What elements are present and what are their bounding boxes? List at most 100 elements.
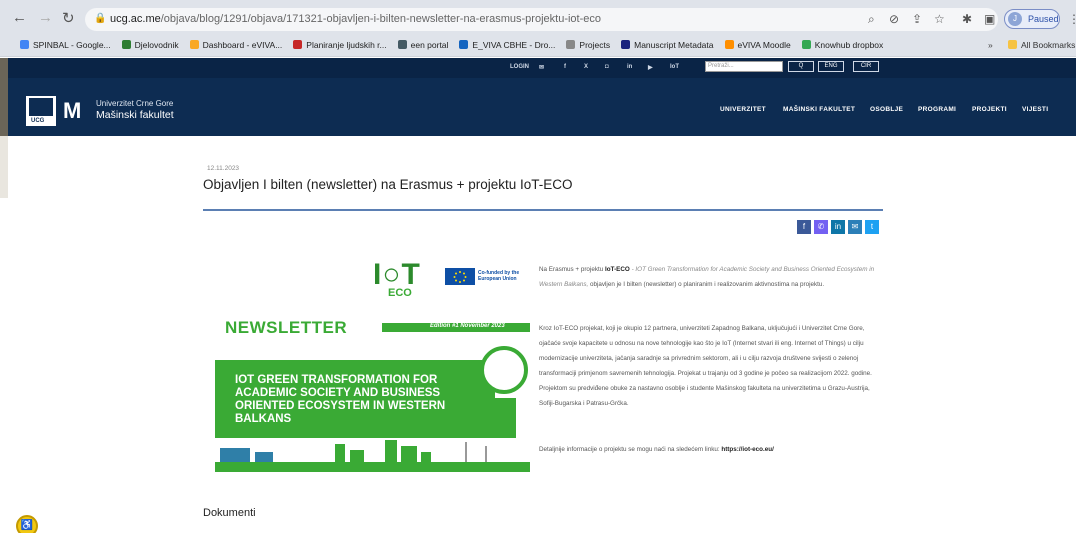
bookmark-label: eVIVA Moodle — [737, 40, 791, 50]
bookmark-label: Dashboard - eVIVA... — [202, 40, 283, 50]
nav-vijesti[interactable]: VIJESTI — [1022, 106, 1048, 113]
iot-eco-logo-sub: ECO — [388, 287, 412, 299]
background-photo-fragment — [0, 136, 8, 198]
bookmark-item[interactable]: eVIVA Moodle — [724, 40, 791, 50]
link-intro: Detaljnije informacije o projektu se mog… — [539, 446, 722, 453]
lang-en-button[interactable]: ENG — [818, 61, 844, 72]
bookmark-item[interactable]: Projects — [566, 40, 610, 50]
project-name: IoT-ECO — [604, 266, 630, 273]
search-button[interactable]: Q — [788, 61, 814, 72]
university-name[interactable]: Univerzitet Crne Gore — [96, 99, 173, 108]
nav-masinski-fakultet[interactable]: MAŠINSKI FAKULTET — [783, 106, 855, 113]
project-link[interactable]: https://iot-eco.eu/ — [721, 446, 773, 453]
url-host: ucg.ac.me — [110, 13, 161, 25]
nav-osoblje[interactable]: OSOBLJE — [870, 106, 903, 113]
profile-status: Paused — [1028, 14, 1059, 24]
newsletter-heading: NEWSLETTER — [225, 318, 348, 337]
bookmark-item[interactable]: Dashboard - eVIVA... — [189, 40, 283, 50]
bookmark-favicon-icon — [459, 40, 469, 49]
bookmark-item[interactable]: E_VIVA CBHE - Dro... — [459, 40, 555, 50]
nav-programi[interactable]: PROGRAMI — [918, 106, 956, 113]
bookmark-favicon-icon — [121, 40, 131, 49]
lang-cir-button[interactable]: ĆIR — [853, 61, 879, 72]
search-input[interactable]: Pretraži... — [705, 61, 783, 72]
back-icon[interactable]: ← — [12, 9, 27, 26]
city-skyline-icon — [215, 440, 530, 472]
lightbulb-icon — [480, 346, 528, 394]
bookmark-item[interactable]: Djelovodnik — [121, 40, 179, 50]
instagram-icon[interactable]: ◘ — [605, 64, 609, 70]
linkedin-icon[interactable]: in — [627, 64, 632, 70]
page-title: Objavljen I bilten (newsletter) na Erasm… — [203, 177, 573, 192]
faculty-logo-icon[interactable]: M — [63, 98, 81, 124]
bookmark-item[interactable]: Manuscript Metadata — [621, 40, 714, 50]
bookmark-item[interactable]: een portal — [397, 40, 449, 50]
lightbulb-base — [492, 398, 516, 438]
share-icon[interactable]: ⇪ — [912, 12, 922, 26]
bookmark-favicon-icon — [189, 40, 199, 49]
url-path: /objava/blog/1291/objava/171321-objavlje… — [160, 13, 601, 25]
title-divider — [203, 209, 883, 211]
zoom-icon[interactable]: ⌕ — [868, 12, 875, 27]
menu-icon[interactable]: ⋮ — [1068, 12, 1076, 26]
newsletter-banner-text: IOT GREEN TRANSFORMATION FOR ACADEMIC SO… — [235, 374, 446, 425]
login-link[interactable]: LOGIN — [510, 64, 529, 70]
avatar: J — [1008, 12, 1022, 26]
article-date: 12.11.2023 — [207, 165, 240, 172]
bookmark-favicon-icon — [397, 40, 407, 49]
forward-icon[interactable]: → — [38, 9, 53, 26]
edition-text: Edition #1 November 2023 — [430, 323, 505, 329]
bookmark-item[interactable]: Planiranje ljudskih r... — [293, 40, 387, 50]
folder-icon — [1008, 40, 1017, 49]
sidepanel-icon[interactable]: ▣ — [984, 12, 995, 26]
link-paragraph: Detaljnije informacije o projektu se mog… — [539, 442, 884, 457]
intro-paragraph: Na Erasmus + projektu IoT-ECO - IOT Gree… — [539, 262, 884, 292]
eu-cofunded-text: Co-funded by the European Union — [478, 270, 520, 282]
partner-logo-icon[interactable]: IoT — [670, 64, 679, 70]
x-icon[interactable]: X — [584, 64, 588, 70]
linkedin-icon[interactable]: in — [831, 220, 845, 234]
mail-icon[interactable]: ✉ — [539, 64, 544, 71]
faculty-name[interactable]: Mašinski fakultet — [96, 109, 174, 121]
bookmark-list: SPINBAL - Google... Djelovodnik Dashboard … — [20, 40, 894, 50]
bookmark-favicon-icon — [566, 40, 576, 49]
all-bookmarks-label: All Bookmarks — [1021, 40, 1076, 50]
accessibility-icon[interactable]: ♿ — [16, 515, 38, 533]
bookmark-item[interactable]: Knowhub dropbox — [801, 40, 884, 50]
reload-icon[interactable]: ↻ — [62, 9, 75, 27]
facebook-icon[interactable]: f — [564, 64, 566, 70]
documents-heading: Dokumenti — [203, 507, 256, 519]
intro-text-d: objavljen je I bilten (newsletter) o pla… — [588, 281, 825, 288]
facebook-icon[interactable]: f — [797, 220, 811, 234]
eye-off-icon[interactable]: ⊘ — [889, 12, 899, 26]
twitter-icon[interactable]: t — [865, 220, 879, 234]
ucg-logo-text: UCG — [31, 118, 45, 124]
eu-flag-icon — [445, 268, 475, 285]
bookmark-favicon-icon — [293, 40, 303, 49]
bookmark-label: Planiranje ljudskih r... — [306, 40, 387, 50]
bookmark-favicon-icon — [801, 40, 811, 49]
bookmark-label: E_VIVA CBHE - Dro... — [472, 40, 556, 50]
extensions-icon[interactable]: ✱ — [962, 12, 972, 26]
bookmark-label: Manuscript Metadata — [634, 40, 714, 50]
bookmark-label: Knowhub dropbox — [814, 40, 884, 50]
viber-icon[interactable]: ✆ — [814, 220, 828, 234]
bookmark-favicon-icon — [724, 40, 734, 49]
bookmarks-overflow[interactable]: » — [988, 40, 993, 50]
nav-univerzitet[interactable]: UNIVERZITET — [720, 106, 766, 113]
body-paragraph: Kroz IoT-ECO projekat, koji je okupio 12… — [539, 325, 872, 407]
bookmark-item[interactable]: SPINBAL - Google... — [20, 40, 111, 50]
bookmark-label: SPINBAL - Google... — [33, 40, 111, 50]
nav-projekti[interactable]: PROJEKTI — [972, 106, 1007, 113]
bookmark-favicon-icon — [621, 40, 631, 49]
mail-icon[interactable]: ✉ — [848, 220, 862, 234]
bookmark-label: Djelovodnik — [134, 40, 179, 50]
url-text[interactable]: ucg.ac.me/objava/blog/1291/objava/171321… — [110, 13, 601, 25]
lock-icon[interactable]: 🔒 — [94, 13, 106, 24]
search-icon: Q — [798, 63, 804, 69]
all-bookmarks[interactable]: All Bookmarks — [1008, 40, 1075, 50]
star-icon[interactable]: ☆ — [934, 12, 945, 26]
youtube-icon[interactable]: ▶ — [648, 64, 653, 71]
bookmark-label: een portal — [410, 40, 449, 50]
bookmark-label: Projects — [579, 40, 611, 50]
